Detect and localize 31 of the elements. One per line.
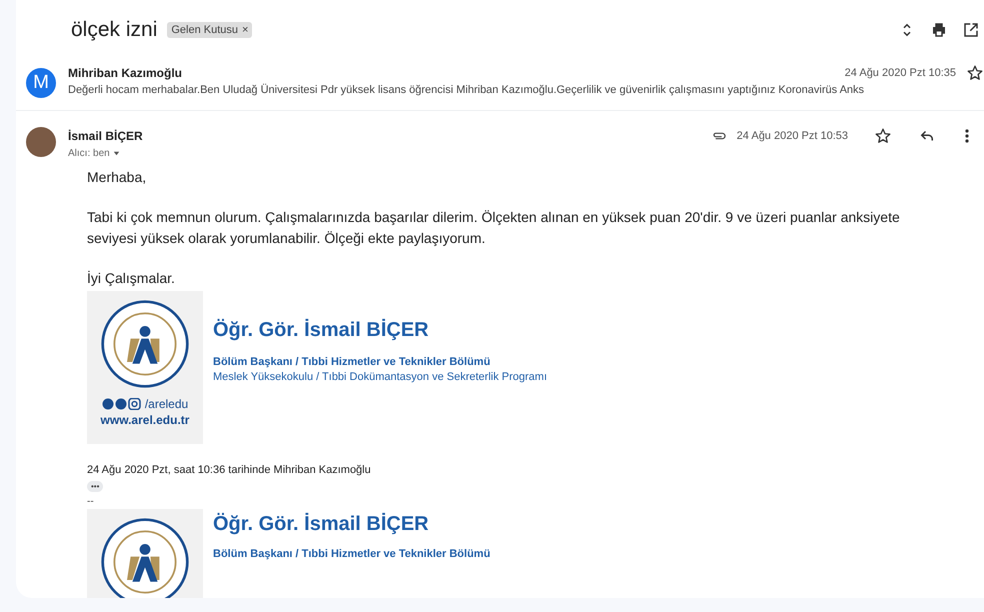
signature-program: Meslek Yüksekokulu / Tıbbi Dokümantasyon ve Sekreterlik Programı [213, 371, 548, 383]
print-icon[interactable] [930, 21, 948, 39]
label-chip[interactable]: Gelen Kutusu × [167, 22, 252, 38]
show-trimmed-content-button[interactable]: ••• [87, 481, 104, 492]
message-date: 24 Ağu 2020 Pzt 10:35 [844, 67, 956, 79]
message-date: 24 Ağu 2020 Pzt 10:53 [736, 130, 848, 142]
signature-title: Bölüm Başkanı / Tıbbi Hizmetler ve Teknikler Bölümü [213, 548, 490, 560]
social-icons-drawing [102, 398, 142, 410]
remove-label-button[interactable]: × [242, 24, 248, 36]
email-subject: ölçek izni [71, 18, 158, 42]
sender-name: İsmail BİÇER [68, 129, 143, 143]
more-options-icon[interactable] [964, 127, 970, 145]
recipient-text: Alıcı: ben [68, 148, 110, 159]
signature-name: Öğr. Gör. İsmail BİÇER [213, 319, 430, 342]
body-paragraph: İyi Çalışmalar. [87, 269, 176, 288]
star-icon[interactable] [874, 127, 892, 145]
website-link[interactable]: www.arel.edu.tr [100, 413, 190, 427]
dropdown-caret-icon[interactable] [112, 149, 121, 158]
signature-name: Öğr. Gör. İsmail BİÇER [213, 513, 430, 536]
quote-header: 24 Ağu 2020 Pzt, saat 10:36 tarihinde Mihriban Kazımoğlu [87, 464, 372, 476]
body-paragraph: Merhaba, [87, 168, 148, 187]
social-handle: /areledu [144, 397, 188, 411]
avatar: M [26, 68, 56, 98]
sender-name: Mihriban Kazımoğlu [68, 66, 182, 80]
signature-separator: -- [87, 496, 95, 507]
open-in-new-window-icon[interactable] [962, 21, 980, 39]
body-paragraph: Tabi ki çok memnun olurum. Çalışmalarınızda başarılar dilerim. Ölçekten alınan en yüksek puan 20'dir. 9 ve üzeri puanlar anksiyete seviyesi yüksek olarak yorumlanabilir. Ölçeği ekte paylaşıyorum. [87, 208, 901, 248]
signature-title: Bölüm Başkanı / Tıbbi Hizmetler ve Teknikler Bölümü [213, 356, 492, 368]
message-snippet: Değerli hocam merhabalar.Ben Uludağ Üniversitesi Pdr yüksek lisans öğrencisi Mihriban Kazımoğlu.Geçerlilik ve güvenirlik çalışmasını yaptığınız Koronavirüs Anks [68, 84, 866, 96]
avatar-photo-placeholder [26, 127, 56, 157]
star-icon[interactable] [966, 64, 984, 82]
